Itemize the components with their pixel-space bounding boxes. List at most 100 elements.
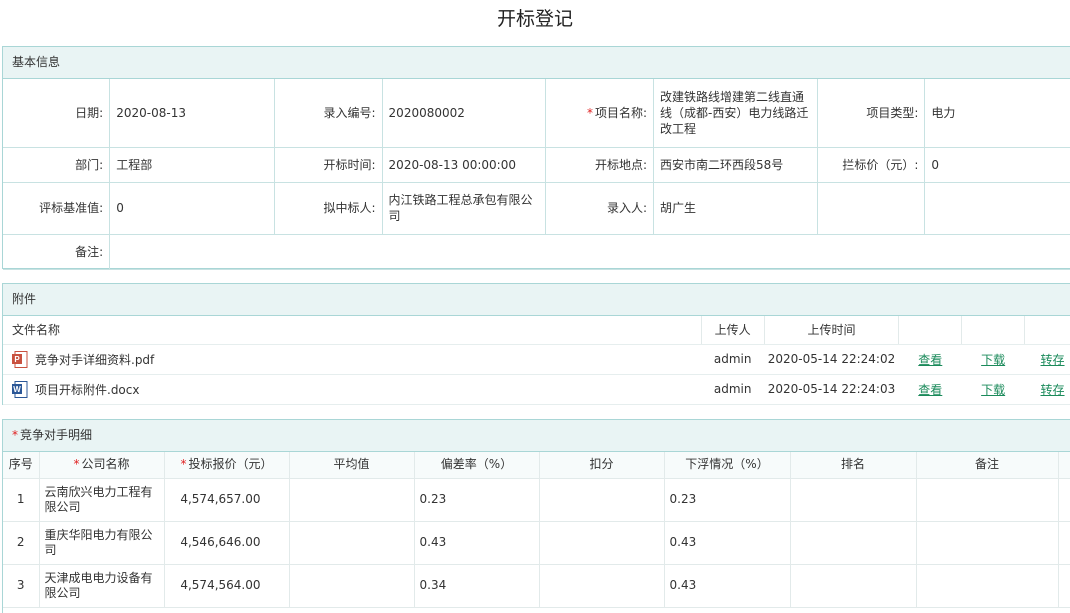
cell-seq: 2 xyxy=(3,521,40,565)
save-link[interactable]: 转存 xyxy=(1041,383,1065,397)
empty-label-cell xyxy=(817,182,926,235)
cell-remark[interactable] xyxy=(916,478,1059,522)
cell-seq: 3 xyxy=(3,564,40,608)
table-row: 2 重庆华阳电力有限公司 4,546,646.00 0.43 0.43 xyxy=(3,521,1070,565)
col-uploader: 上传人 xyxy=(701,316,765,345)
word-icon: W xyxy=(12,380,28,398)
project-type-label: 项目类型: xyxy=(817,79,926,148)
table-row: 1 云南欣兴电力工程有限公司 4,574,657.00 0.23 0.23 xyxy=(3,478,1070,522)
attachments-table: 文件名称 上传人 上传时间 P 竞争对手详细资料.pdf admin 2020-… xyxy=(3,316,1070,405)
cell-deduct xyxy=(539,521,665,565)
remark-label: 备注: xyxy=(3,234,111,270)
cell-company[interactable]: 重庆华阳电力有限公司 xyxy=(39,521,165,565)
open-place-label: 开标地点: xyxy=(545,147,655,183)
svg-text:P: P xyxy=(14,355,20,364)
col-deviation: 偏差率（%） xyxy=(414,452,540,479)
attachments-panel: 附件 文件名称 上传人 上传时间 P 竞争对手详细资料.pdf admin 20… xyxy=(2,283,1070,405)
bid-price-label: 拦标价（元）: xyxy=(817,147,926,183)
attachment-row: P 竞争对手详细资料.pdf admin 2020-05-14 22:24:02… xyxy=(3,344,1070,375)
cell-price[interactable]: 4,546,646.00 xyxy=(164,521,290,565)
date-value: 2020-08-13 xyxy=(109,79,275,148)
view-link[interactable]: 查看 xyxy=(918,383,942,397)
cell-deviation: 0.23 xyxy=(414,478,540,522)
dept-label: 部门: xyxy=(3,147,111,183)
view-link[interactable]: 查看 xyxy=(918,353,942,367)
col-file-name: 文件名称 xyxy=(3,316,702,345)
cell-rank xyxy=(790,521,917,565)
remark-value xyxy=(109,234,1070,270)
attachment-time: 2020-05-14 22:24:02 xyxy=(764,344,899,375)
cell-price[interactable]: 4,574,657.00 xyxy=(164,478,290,522)
basic-info-header: 基本信息 xyxy=(3,47,1070,79)
table-row: 3 天津成电电力设备有限公司 4,574,564.00 0.34 0.43 xyxy=(3,564,1070,608)
scroll-gap xyxy=(1058,564,1070,608)
attachment-file-name[interactable]: 竞争对手详细资料.pdf xyxy=(35,353,154,367)
col-remark: 备注 xyxy=(916,452,1059,479)
cell-float: 0.43 xyxy=(664,564,791,608)
col-upload-time: 上传时间 xyxy=(764,316,900,345)
open-time-value: 2020-08-13 00:00:00 xyxy=(382,147,547,183)
col-avg: 平均值 xyxy=(289,452,415,479)
competitors-header-row: 序号 * 公司名称 * 投标报价（元） 平均值 偏差率（%） 扣分 下浮情况（%） … xyxy=(3,452,1070,479)
col-blank-1 xyxy=(898,316,963,345)
pdf-icon: P xyxy=(12,350,28,368)
cell-rank xyxy=(790,478,917,522)
cell-company[interactable]: 天津成电电力设备有限公司 xyxy=(39,564,165,608)
entry-no-value: 2020080002 xyxy=(382,79,547,148)
open-place-value: 西安市南二环西段58号 xyxy=(653,147,818,183)
basic-info-table: 日期: 2020-08-13 录入编号: 2020080002 * 项目名称: 改… xyxy=(3,79,1070,270)
attachment-file: P 竞争对手详细资料.pdf xyxy=(3,344,702,375)
eval-base-label: 评标基准值: xyxy=(3,182,111,235)
entry-person-value: 胡广生 xyxy=(653,182,818,235)
entry-person-label: 录入人: xyxy=(545,182,655,235)
scroll-gap xyxy=(1058,478,1070,522)
attachment-uploader: admin xyxy=(701,374,765,405)
col-rank: 排名 xyxy=(790,452,917,479)
cell-deduct xyxy=(539,478,665,522)
cell-avg xyxy=(289,564,415,608)
svg-text:W: W xyxy=(13,385,21,394)
project-type-value: 电力 xyxy=(924,79,1070,148)
download-link[interactable]: 下载 xyxy=(981,353,1005,367)
basic-info-panel: 基本信息 日期: 2020-08-13 录入编号: 2020080002 * 项目… xyxy=(2,46,1070,270)
cell-company[interactable]: 云南欣兴电力工程有限公司 xyxy=(39,478,165,522)
cell-seq: 1 xyxy=(3,478,40,522)
col-company: * 公司名称 xyxy=(39,452,165,479)
required-star: * xyxy=(586,105,593,120)
dept-value: 工程部 xyxy=(109,147,275,183)
attachment-time: 2020-05-14 22:24:03 xyxy=(764,374,899,405)
cell-price[interactable]: 4,574,564.00 xyxy=(164,564,290,608)
date-label: 日期: xyxy=(3,79,111,148)
attachments-header: 附件 xyxy=(3,284,1070,316)
attachment-uploader: admin xyxy=(701,344,765,375)
col-seq: 序号 xyxy=(3,452,40,479)
col-price: * 投标报价（元） xyxy=(164,452,290,479)
cell-avg xyxy=(289,521,415,565)
scrollbar-track[interactable] xyxy=(1058,452,1070,479)
open-time-label: 开标时间: xyxy=(274,147,383,183)
cell-avg xyxy=(289,478,415,522)
scroll-gap xyxy=(1058,521,1070,565)
winner-value: 内江铁路工程总承包有限公司 xyxy=(382,182,547,235)
required-star: * xyxy=(12,428,18,442)
cell-deviation: 0.34 xyxy=(414,564,540,608)
competitors-header: * 竞争对手明细 xyxy=(3,420,1070,452)
cell-deviation: 0.43 xyxy=(414,521,540,565)
cell-remark[interactable] xyxy=(916,521,1059,565)
attachment-file-name[interactable]: 项目开标附件.docx xyxy=(35,383,139,397)
eval-base-value: 0 xyxy=(109,182,275,235)
col-deduct: 扣分 xyxy=(539,452,665,479)
entry-no-label: 录入编号: xyxy=(274,79,383,148)
col-blank-2 xyxy=(961,316,1026,345)
attachment-row: W 项目开标附件.docx admin 2020-05-14 22:24:03 … xyxy=(3,374,1070,405)
competitors-table: 序号 * 公司名称 * 投标报价（元） 平均值 偏差率（%） 扣分 下浮情况（%） … xyxy=(3,452,1070,608)
cell-deduct xyxy=(539,564,665,608)
empty-value-cell xyxy=(924,182,1070,235)
cell-float: 0.43 xyxy=(664,521,791,565)
cell-rank xyxy=(790,564,917,608)
save-link[interactable]: 转存 xyxy=(1041,353,1065,367)
cell-remark[interactable] xyxy=(916,564,1059,608)
download-link[interactable]: 下载 xyxy=(981,383,1005,397)
col-blank-3 xyxy=(1024,316,1070,345)
competitors-panel: * 竞争对手明细 序号 * 公司名称 * 投标报价（元） 平均值 偏差率（%） 扣分 … xyxy=(2,419,1070,613)
